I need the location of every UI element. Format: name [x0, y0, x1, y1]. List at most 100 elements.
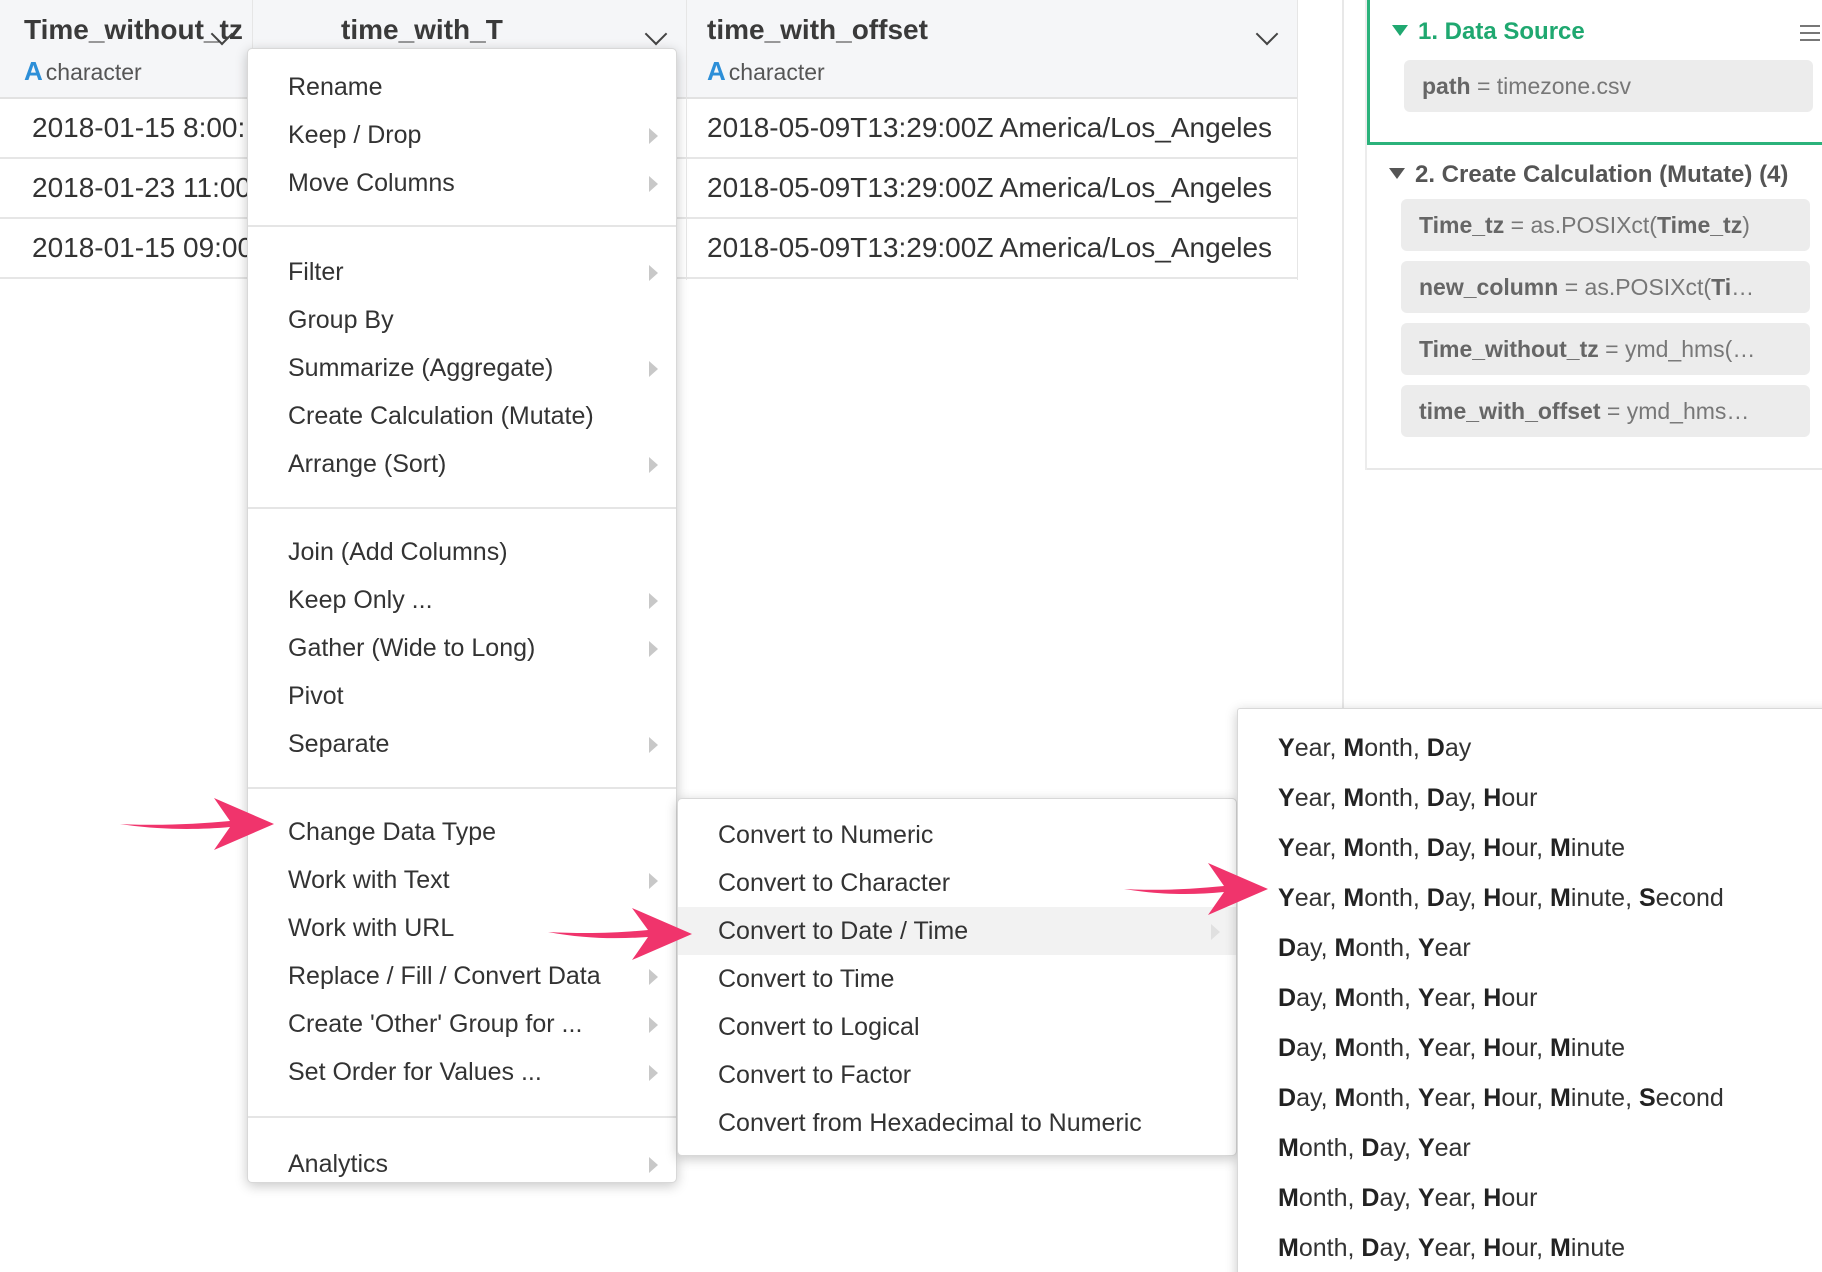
- param-key: Time_tz: [1419, 212, 1505, 238]
- menu-item-label: Convert to Date / Time: [718, 917, 969, 945]
- menu-item-gather[interactable]: Gather (Wide to Long): [248, 624, 676, 672]
- menu-item-convert-logical[interactable]: Convert to Logical: [678, 1003, 1236, 1051]
- submenu-arrow-icon: [649, 969, 658, 985]
- param-value-tail: …: [1731, 274, 1755, 300]
- param-key: new_column: [1419, 274, 1559, 300]
- menu-item-label: Change Data Type: [288, 818, 497, 846]
- table-cell[interactable]: 2018-05-09T13:29:00Z America/Los_Angeles: [687, 99, 1297, 159]
- menu-icon[interactable]: [1800, 25, 1820, 41]
- column-context-menu: Rename Keep / Drop Move Columns Filter G…: [247, 48, 677, 1183]
- step-title[interactable]: 1. Data Source: [1392, 18, 1822, 46]
- menu-item-convert-factor[interactable]: Convert to Factor: [678, 1051, 1236, 1099]
- menu-item-work-with-text[interactable]: Work with Text: [248, 856, 676, 904]
- menu-item-date-format[interactable]: Month, Day, Year, Hour: [1238, 1173, 1822, 1223]
- step-param[interactable]: Time_without_tz = ymd_hms(…: [1401, 323, 1810, 375]
- param-operator: =: [1470, 73, 1497, 99]
- character-type-icon: A: [24, 56, 43, 86]
- menu-item-label: Move Columns: [288, 169, 455, 197]
- step-param[interactable]: path = timezone.csv: [1404, 60, 1813, 112]
- menu-item-label: Month, Day, Year, Hour: [1278, 1184, 1538, 1212]
- step-param[interactable]: time_with_offset = ymd_hms…: [1401, 385, 1810, 437]
- param-value-tail: ): [1742, 212, 1750, 238]
- column-header[interactable]: time_with_offset Acharacter: [687, 0, 1297, 99]
- menu-item-label: Work with Text: [288, 866, 450, 894]
- menu-item-change-data-type[interactable]: Change Data Type: [248, 808, 676, 856]
- submenu-arrow-icon: [649, 265, 658, 281]
- menu-item-label: Convert from Hexadecimal to Numeric: [718, 1109, 1142, 1137]
- pipeline-step-data-source[interactable]: 1. Data Source path = timezone.csv: [1367, 0, 1822, 145]
- menu-item-convert-time[interactable]: Convert to Time: [678, 955, 1236, 1003]
- menu-item-date-format[interactable]: Month, Day, Year, Hour, Minute: [1238, 1223, 1822, 1272]
- menu-item-set-order[interactable]: Set Order for Values ...: [248, 1048, 676, 1096]
- menu-item-label: Create 'Other' Group for ...: [288, 1010, 583, 1038]
- menu-item-convert-hex-numeric[interactable]: Convert from Hexadecimal to Numeric: [678, 1099, 1236, 1147]
- menu-item-label: Year, Month, Day, Hour: [1278, 784, 1538, 812]
- date-time-format-submenu: Year, Month, Day Year, Month, Day, Hour …: [1237, 708, 1822, 1272]
- menu-item-summarize[interactable]: Summarize (Aggregate): [248, 344, 676, 392]
- caret-down-icon[interactable]: [1392, 25, 1408, 36]
- menu-item-create-calculation[interactable]: Create Calculation (Mutate): [248, 392, 676, 440]
- menu-item-label: Day, Month, Year, Hour, Minute: [1278, 1034, 1626, 1062]
- step-param[interactable]: Time_tz = as.POSIXct(Time_tz): [1401, 199, 1810, 251]
- menu-item-convert-numeric[interactable]: Convert to Numeric: [678, 811, 1236, 859]
- menu-item-pivot[interactable]: Pivot: [248, 672, 676, 720]
- step-param[interactable]: new_column = as.POSIXct(Ti…: [1401, 261, 1810, 313]
- menu-item-label: Convert to Character: [718, 869, 951, 897]
- menu-item-label: Join (Add Columns): [288, 538, 508, 566]
- menu-item-label: Arrange (Sort): [288, 450, 447, 478]
- menu-item-label: Create Calculation (Mutate): [288, 402, 594, 430]
- table-cell[interactable]: 2018-01-15 8:00:: [0, 99, 252, 159]
- menu-item-date-format[interactable]: Year, Month, Day, Hour, Minute, Second: [1238, 873, 1822, 923]
- menu-item-label: Convert to Time: [718, 965, 895, 993]
- menu-item-filter[interactable]: Filter: [248, 248, 676, 296]
- menu-item-create-other-group[interactable]: Create 'Other' Group for ...: [248, 1000, 676, 1048]
- menu-item-join[interactable]: Join (Add Columns): [248, 528, 676, 576]
- menu-item-date-format[interactable]: Year, Month, Day, Hour: [1238, 773, 1822, 823]
- change-data-type-submenu: Convert to Numeric Convert to Character …: [677, 798, 1237, 1156]
- table-cell[interactable]: 2018-05-09T13:29:00Z America/Los_Angeles: [687, 159, 1297, 219]
- menu-item-move-columns[interactable]: Move Columns: [248, 159, 676, 207]
- menu-item-separate[interactable]: Separate: [248, 720, 676, 768]
- column-type: Acharacter: [707, 56, 1297, 87]
- param-value: ymd_hms…: [1626, 398, 1750, 424]
- menu-item-date-format[interactable]: Month, Day, Year: [1238, 1123, 1822, 1173]
- menu-item-label: Day, Month, Year: [1278, 934, 1471, 962]
- menu-item-date-format[interactable]: Day, Month, Year, Hour: [1238, 973, 1822, 1023]
- menu-separator: [248, 225, 676, 227]
- submenu-arrow-icon: [649, 593, 658, 609]
- menu-item-keep-only[interactable]: Keep Only ...: [248, 576, 676, 624]
- table-cell[interactable]: 2018-01-15 09:00: [0, 219, 252, 279]
- menu-item-rename[interactable]: Rename: [248, 63, 676, 111]
- menu-item-label: Summarize (Aggregate): [288, 354, 554, 382]
- panel-divider: [1342, 0, 1344, 710]
- menu-item-label: Filter: [288, 258, 344, 286]
- menu-item-analytics[interactable]: Analytics: [248, 1140, 676, 1188]
- column-type-label: character: [728, 59, 825, 85]
- table-cell[interactable]: 2018-05-09T13:29:00Z America/Los_Angeles: [687, 219, 1297, 279]
- character-type-icon: A: [707, 56, 726, 86]
- submenu-arrow-icon: [1211, 924, 1220, 940]
- menu-item-group-by[interactable]: Group By: [248, 296, 676, 344]
- menu-item-date-format[interactable]: Day, Month, Year: [1238, 923, 1822, 973]
- menu-item-label: Day, Month, Year, Hour, Minute, Second: [1278, 1084, 1724, 1112]
- menu-item-label: Day, Month, Year, Hour: [1278, 984, 1538, 1012]
- submenu-arrow-icon: [649, 128, 658, 144]
- pipeline-step-mutate[interactable]: 2. Create Calculation (Mutate) (4) Time_…: [1367, 145, 1822, 470]
- menu-item-arrange[interactable]: Arrange (Sort): [248, 440, 676, 488]
- menu-item-label: Pivot: [288, 682, 344, 710]
- table-cell[interactable]: 2018-01-23 11:00: [0, 159, 252, 219]
- column-header[interactable]: Time_without_tz Acharacter: [0, 0, 252, 99]
- param-operator: =: [1558, 274, 1585, 300]
- menu-item-date-format[interactable]: Year, Month, Day, Hour, Minute: [1238, 823, 1822, 873]
- menu-item-label: Month, Day, Year: [1278, 1134, 1471, 1162]
- submenu-arrow-icon: [649, 1065, 658, 1081]
- submenu-arrow-icon: [649, 176, 658, 192]
- caret-down-icon[interactable]: [1389, 168, 1405, 179]
- param-value-bold: Time_tz: [1656, 212, 1743, 238]
- menu-item-keep-drop[interactable]: Keep / Drop: [248, 111, 676, 159]
- menu-item-date-format[interactable]: Year, Month, Day: [1238, 723, 1822, 773]
- menu-item-date-format[interactable]: Day, Month, Year, Hour, Minute: [1238, 1023, 1822, 1073]
- menu-item-label: Replace / Fill / Convert Data: [288, 962, 601, 990]
- menu-item-date-format[interactable]: Day, Month, Year, Hour, Minute, Second: [1238, 1073, 1822, 1123]
- step-title[interactable]: 2. Create Calculation (Mutate) (4): [1389, 161, 1822, 189]
